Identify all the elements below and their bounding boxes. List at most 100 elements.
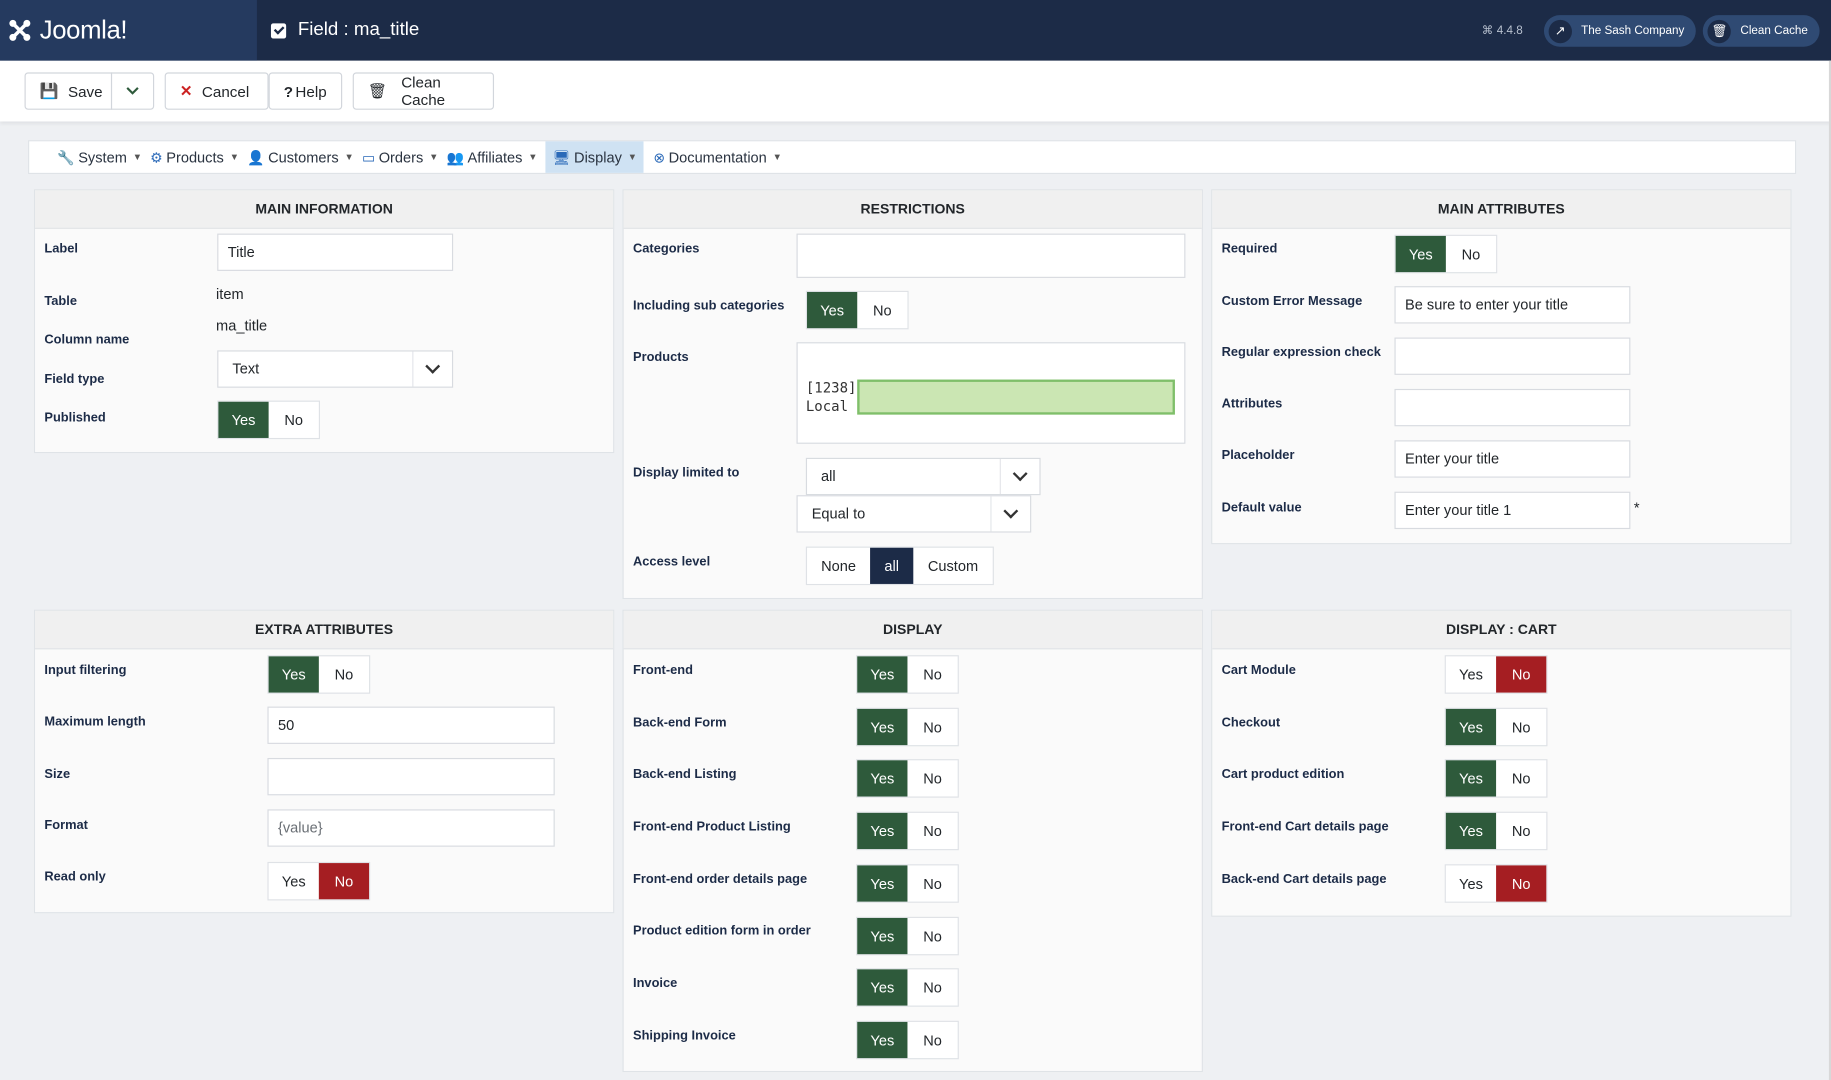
toggle-no[interactable]: No (907, 656, 957, 692)
joomla-logo[interactable]: Joomla! (0, 0, 257, 61)
caret-down-icon: ▼ (344, 151, 354, 163)
main-information-panel: MAIN INFORMATION Label Title Table item … (33, 189, 615, 454)
toggle-no[interactable]: No (269, 402, 319, 438)
save-button[interactable]: 💾 Save (24, 72, 113, 110)
toggle-no[interactable]: No (907, 1022, 957, 1058)
help-button[interactable]: ? Help (268, 72, 343, 110)
menu-label: Documentation (668, 148, 767, 166)
toggle-yes[interactable]: Yes (218, 401, 269, 438)
toggle-no[interactable]: No (907, 709, 957, 745)
caret-down-icon: ▼ (229, 151, 239, 163)
label-input[interactable]: Title (217, 233, 454, 271)
menu-display[interactable]: 🖥 Display ▼ (545, 141, 645, 173)
toggle-yes[interactable]: Yes (1446, 656, 1496, 692)
menu-products[interactable]: ⚙ Products ▼ (150, 141, 247, 173)
toggle-yes[interactable]: Yes (857, 969, 908, 1006)
access-custom[interactable]: Custom (913, 548, 992, 584)
toggle-yes[interactable]: Yes (857, 760, 908, 797)
read-only-toggle[interactable]: Yes No (267, 861, 371, 901)
size-input[interactable] (267, 757, 555, 796)
toggle-no[interactable]: No (1496, 709, 1546, 745)
toggle-yes[interactable]: Yes (1445, 812, 1497, 850)
display-toggle[interactable]: Yes No (856, 655, 959, 694)
cart-toggle[interactable]: Yes No (1444, 759, 1548, 798)
display-condition-select[interactable]: Equal to (796, 495, 1032, 533)
toggle-no[interactable]: No (1496, 865, 1547, 902)
default-value-input[interactable]: Enter your title 1 (1394, 491, 1631, 530)
toggle-yes[interactable]: Yes (269, 863, 319, 899)
display-panel: DISPLAY Front-end Yes No Back-end Form Ye… (622, 609, 1203, 1073)
cart-toggle[interactable]: Yes No (1444, 707, 1548, 747)
toggle-yes[interactable]: Yes (857, 917, 908, 955)
toggle-yes[interactable]: Yes (857, 656, 908, 693)
display-toggle[interactable]: Yes No (856, 707, 959, 747)
regex-input[interactable] (1394, 337, 1631, 375)
products-multiselect[interactable]: [1238] Local P (796, 342, 1186, 444)
access-level-toggle[interactable]: None all Custom (805, 546, 994, 586)
toggle-yes[interactable]: Yes (1445, 760, 1497, 797)
display-toggle[interactable]: Yes No (856, 916, 959, 956)
toggle-no[interactable]: No (907, 918, 957, 954)
custom-error-input[interactable]: Be sure to enter your title (1394, 286, 1631, 324)
toggle-yes[interactable]: Yes (857, 708, 908, 746)
max-length-input[interactable]: 50 (267, 706, 555, 744)
clean-cache-button[interactable]: 🗑 Clean Cache (352, 72, 495, 110)
include-subcategories-toggle[interactable]: Yes No (805, 290, 909, 330)
display-toggle[interactable]: Yes No (856, 968, 959, 1007)
toggle-yes[interactable]: Yes (1445, 708, 1497, 746)
cart-toggle[interactable]: Yes No (1444, 811, 1548, 851)
site-link-button[interactable]: ↗ The Sash Company (1543, 15, 1697, 47)
display-toggle[interactable]: Yes No (856, 864, 959, 903)
toggle-yes[interactable]: Yes (857, 1021, 908, 1059)
access-level-label: Access level (633, 554, 711, 569)
products-search-input[interactable] (857, 379, 1175, 415)
toggle-no[interactable]: No (318, 863, 370, 900)
toggle-yes[interactable]: Yes (857, 812, 908, 850)
input-filtering-toggle[interactable]: Yes No (267, 655, 371, 694)
cart-toggle[interactable]: Yes No (1444, 655, 1548, 694)
toggle-no[interactable]: No (907, 969, 957, 1005)
categories-input[interactable] (796, 233, 1186, 278)
cart-toggle[interactable]: Yes No (1444, 864, 1548, 903)
toggle-no[interactable]: No (907, 813, 957, 849)
wrench-icon: 🔧 (57, 148, 75, 166)
display-toggle[interactable]: Yes No (856, 1020, 959, 1060)
access-all[interactable]: all (870, 547, 914, 584)
toggle-no[interactable]: No (319, 656, 369, 692)
site-link-label: The Sash Company (1581, 24, 1685, 38)
display-toggle[interactable]: Yes No (856, 811, 959, 851)
save-dropdown-button[interactable] (110, 72, 155, 110)
toggle-yes[interactable]: Yes (1395, 235, 1446, 273)
toggle-no[interactable]: No (907, 865, 957, 901)
trash-icon: 🗑 (1707, 19, 1732, 43)
toggle-yes[interactable]: Yes (268, 656, 319, 693)
toggle-no[interactable]: No (857, 292, 907, 328)
toggle-no[interactable]: No (1496, 813, 1546, 849)
menu-affiliates[interactable]: 👥 Affiliates ▼ (447, 141, 546, 173)
toggle-yes[interactable]: Yes (1446, 865, 1496, 901)
header-clean-cache-button[interactable]: 🗑 Clean Cache (1703, 15, 1820, 47)
menu-system[interactable]: 🔧 System ▼ (57, 141, 150, 173)
toggle-yes[interactable]: Yes (807, 291, 858, 329)
cancel-button[interactable]: ✕ Cancel (164, 72, 269, 110)
published-toggle[interactable]: Yes No (217, 400, 321, 440)
access-none[interactable]: None (807, 548, 870, 584)
format-input[interactable]: {value} (267, 809, 555, 847)
products-label: Products (633, 350, 689, 365)
toggle-no[interactable]: No (1446, 236, 1496, 272)
menu-customers[interactable]: 👤 Customers ▼ (247, 141, 362, 173)
placeholder-input[interactable]: Enter your title (1394, 440, 1631, 478)
required-toggle[interactable]: Yes No (1394, 234, 1498, 274)
toggle-yes[interactable]: Yes (857, 865, 908, 902)
attributes-input[interactable] (1394, 388, 1631, 427)
display-toggle[interactable]: Yes No (856, 759, 959, 798)
toggle-no[interactable]: No (1496, 656, 1547, 693)
display-limited-select[interactable]: all (805, 457, 1041, 496)
field-type-select[interactable]: Text (217, 350, 454, 388)
toggle-no[interactable]: No (1496, 760, 1546, 796)
menu-orders[interactable]: ▭ Orders ▼ (362, 141, 447, 173)
menu-documentation[interactable]: ⊗ Documentation ▼ (653, 141, 790, 173)
toggle-no[interactable]: No (907, 760, 957, 796)
clean-cache-label: Clean Cache (401, 73, 446, 109)
field-type-label: Field type (44, 372, 105, 387)
